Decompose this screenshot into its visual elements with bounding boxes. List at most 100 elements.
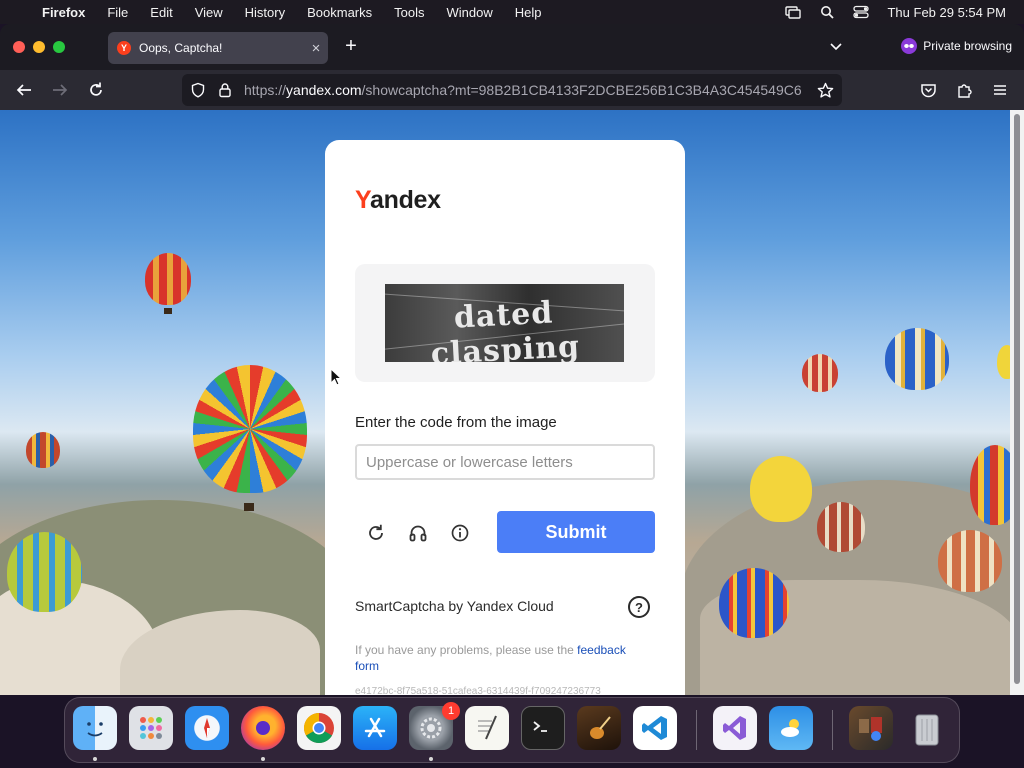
refresh-captcha-icon[interactable]	[363, 520, 389, 546]
back-arrow-icon[interactable]	[13, 79, 35, 101]
help-question-icon[interactable]: ?	[628, 596, 650, 618]
url-host: yandex.com	[286, 82, 362, 98]
macos-dock: 1	[64, 697, 960, 763]
hot-air-balloon	[817, 502, 865, 552]
textedit-icon[interactable]	[465, 706, 509, 750]
url-text[interactable]: https://yandex.com/showcaptcha?mt=98B2B1…	[244, 82, 810, 98]
menu-clock[interactable]: Thu Feb 29 5:54 PM	[887, 5, 1006, 20]
yandex-favicon-icon: Y	[117, 41, 131, 55]
tab-oops-captcha[interactable]: Y Oops, Captcha! ×	[108, 32, 328, 64]
audio-captcha-headphones-icon[interactable]	[405, 520, 431, 546]
mouse-cursor-icon	[330, 368, 342, 386]
private-mask-icon	[901, 38, 918, 54]
garageband-icon[interactable]	[577, 706, 621, 750]
dock-separator	[696, 710, 697, 750]
hot-air-balloon	[750, 456, 812, 522]
balloon-basket	[164, 308, 172, 314]
problems-text: If you have any problems, please use the	[355, 643, 578, 657]
hot-air-balloon	[885, 328, 949, 390]
running-indicator	[93, 757, 97, 761]
captcha-image-container: dated clasping	[355, 264, 655, 382]
menu-window[interactable]: Window	[436, 5, 504, 20]
hot-air-balloon	[997, 345, 1010, 379]
trash-icon[interactable]	[905, 706, 949, 750]
new-tab-button[interactable]: +	[340, 36, 362, 58]
scrollbar-thumb[interactable]	[1014, 114, 1020, 684]
hot-air-balloon	[938, 530, 1002, 592]
hot-air-balloon	[193, 365, 307, 493]
captcha-image: dated clasping	[385, 284, 624, 362]
menu-bar: Firefox File Edit View History Bookmarks…	[0, 0, 1024, 24]
vscode-icon[interactable]	[633, 706, 677, 750]
tracking-protection-shield-icon[interactable]	[187, 79, 209, 101]
private-browsing-indicator: Private browsing	[901, 38, 1012, 54]
hot-air-balloon	[970, 445, 1010, 525]
list-all-tabs-icon[interactable]	[826, 38, 846, 56]
smartcaptcha-provider-label: SmartCaptcha by Yandex Cloud	[355, 598, 554, 614]
bookmark-star-icon[interactable]	[814, 79, 836, 101]
menu-help[interactable]: Help	[504, 5, 553, 20]
captcha-card: Yandex dated clasping Enter the code fro…	[325, 140, 685, 695]
forward-arrow-icon[interactable]	[49, 79, 71, 101]
notification-badge: 1	[442, 702, 460, 720]
safari-icon[interactable]	[185, 706, 229, 750]
menu-file[interactable]: File	[96, 5, 139, 20]
page-content: Yandex dated clasping Enter the code fro…	[0, 110, 1010, 695]
pocket-icon[interactable]	[917, 79, 939, 101]
captcha-token: e4172bc-8f75a518-51cafea3-6314439f-f7092…	[355, 686, 601, 695]
menu-view[interactable]: View	[184, 5, 234, 20]
hot-air-balloon	[26, 432, 60, 468]
zoom-window-button[interactable]	[53, 41, 65, 53]
hot-air-balloon	[802, 354, 838, 392]
balloon-basket	[244, 503, 254, 511]
running-indicator	[261, 757, 265, 761]
tab-title: Oops, Captcha!	[139, 41, 223, 55]
navigation-toolbar: https://yandex.com/showcaptcha?mt=98B2B1…	[0, 70, 1024, 110]
launchpad-icon[interactable]	[129, 706, 173, 750]
menu-history[interactable]: History	[234, 5, 296, 20]
browser-window: Y Oops, Captcha! × + Private browsing ht…	[0, 24, 1024, 695]
hot-air-balloon	[719, 568, 789, 638]
close-window-button[interactable]	[13, 41, 25, 53]
control-center-icon[interactable]	[853, 5, 870, 19]
running-indicator	[429, 757, 433, 761]
page-scrollbar[interactable]	[1010, 110, 1024, 695]
spotlight-search-icon[interactable]	[819, 5, 835, 19]
dock-separator	[832, 710, 833, 750]
downloads-stack-icon[interactable]	[849, 706, 893, 750]
app-store-icon[interactable]	[353, 706, 397, 750]
hot-air-balloon	[7, 532, 82, 612]
padlock-icon[interactable]	[214, 79, 236, 101]
tab-bar: Y Oops, Captcha! × + Private browsing	[0, 24, 1024, 70]
chrome-icon[interactable]	[297, 706, 341, 750]
menu-bookmarks[interactable]: Bookmarks	[296, 5, 383, 20]
captcha-code-input[interactable]	[355, 444, 655, 480]
submit-button[interactable]: Submit	[497, 511, 655, 553]
yandex-logo[interactable]: Yandex	[355, 186, 441, 215]
minimize-window-button[interactable]	[33, 41, 45, 53]
menu-app-firefox[interactable]: Firefox	[40, 5, 96, 20]
finder-icon[interactable]	[73, 706, 117, 750]
menu-tools[interactable]: Tools	[383, 5, 435, 20]
terminal-icon[interactable]	[521, 706, 565, 750]
private-browsing-label: Private browsing	[923, 39, 1012, 53]
reload-icon[interactable]	[85, 79, 107, 101]
logo-letter: Y	[355, 186, 370, 214]
weather-icon[interactable]	[769, 706, 813, 750]
menu-edit[interactable]: Edit	[139, 5, 183, 20]
close-tab-icon[interactable]: ×	[304, 40, 328, 57]
screen-mirroring-icon[interactable]	[785, 5, 802, 19]
app-menu-hamburger-icon[interactable]	[989, 79, 1011, 101]
url-path: /showcaptcha?mt=98B2B1CB4133F2DCBE256B1C…	[361, 82, 802, 98]
hot-air-balloon	[145, 253, 191, 305]
captcha-prompt: Enter the code from the image	[355, 414, 557, 431]
captcha-distorted-text: dated clasping	[430, 295, 581, 362]
address-bar[interactable]: https://yandex.com/showcaptcha?mt=98B2B1…	[182, 74, 842, 106]
info-icon[interactable]	[447, 520, 473, 546]
visual-studio-icon[interactable]	[713, 706, 757, 750]
problems-notice: If you have any problems, please use the…	[355, 642, 645, 674]
firefox-icon[interactable]	[241, 706, 285, 750]
logo-rest: andex	[370, 186, 441, 214]
extensions-puzzle-icon[interactable]	[953, 79, 975, 101]
url-scheme: https://	[244, 82, 287, 98]
